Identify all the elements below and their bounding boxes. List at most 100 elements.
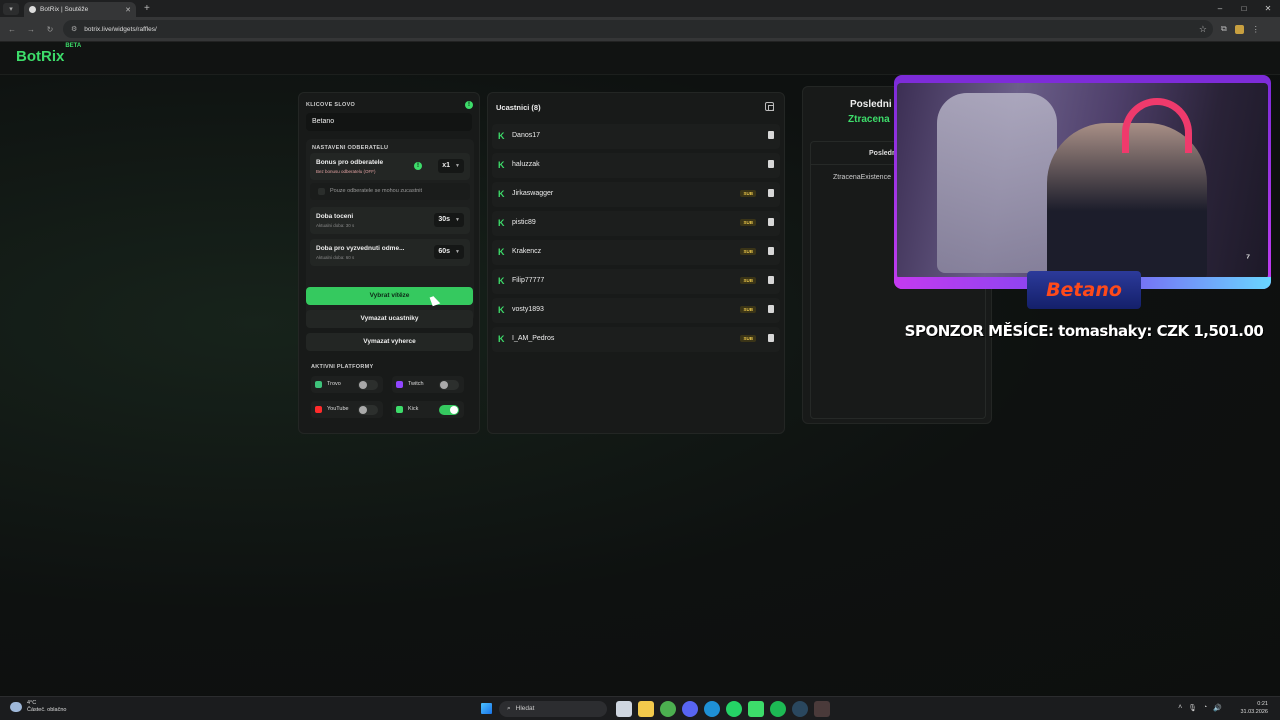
browser-tabbar: ▾ BotRix | Soutěže ✕ + – □ ✕ — [0, 0, 1280, 17]
winners-list-header: Posledn — [869, 150, 897, 157]
chevron-down-icon: ▼ — [455, 163, 460, 169]
weather-widget[interactable]: 4°C Částeč. oblačno — [10, 700, 66, 714]
twitch-toggle[interactable] — [439, 380, 459, 390]
winner-entry: ZtracenaExistence — [833, 174, 891, 181]
browser-tab[interactable]: BotRix | Soutěže ✕ — [24, 2, 136, 17]
kick-icon: K — [498, 247, 505, 257]
participant-name: Filip77777 — [512, 277, 545, 284]
chrome-icon[interactable] — [660, 701, 676, 717]
obs-icon[interactable] — [814, 701, 830, 717]
volume-icon[interactable]: 🔊 — [1213, 704, 1222, 712]
only-subs-checkbox[interactable] — [318, 188, 325, 195]
steam-icon[interactable] — [792, 701, 808, 717]
chevron-down-icon: ▼ — [455, 217, 460, 223]
taskbar-search[interactable]: ⌕ Hledat — [499, 701, 607, 717]
file-explorer-icon[interactable] — [638, 701, 654, 717]
participant-name: vosty1893 — [512, 306, 544, 313]
pick-winner-button[interactable]: Vybrat vítěze — [306, 287, 473, 305]
info-icon[interactable]: ! — [465, 101, 473, 109]
app-icon[interactable] — [748, 701, 764, 717]
bonus-subtitle: Bez bonusu odberatelu (OFF) — [316, 169, 376, 174]
youtube-toggle[interactable] — [358, 405, 378, 415]
spin-select[interactable]: 30s ▼ — [434, 213, 464, 227]
menu-icon[interactable]: ⋮ — [1252, 25, 1260, 34]
favicon-icon — [29, 6, 36, 13]
youtube-icon — [315, 406, 322, 413]
participant-row: K Krakencz SUB — [492, 240, 780, 265]
participant-row: Kvosty1893 SUB — [492, 298, 780, 323]
betano-logo: Betano — [1027, 271, 1141, 309]
close-tab-icon[interactable]: ✕ — [125, 6, 131, 14]
trash-icon[interactable] — [768, 189, 774, 197]
spin-value: 30s — [438, 216, 451, 223]
claim-title: Doba pro vyzvednuti odme... — [316, 245, 405, 252]
kick-icon — [396, 406, 403, 413]
platform-name: Twitch — [408, 381, 424, 387]
headset-image — [1122, 98, 1192, 153]
reload-icon[interactable]: ↻ — [43, 25, 57, 34]
clear-winners-button[interactable]: Vymazat vyherce — [306, 333, 473, 351]
kick-icon: K — [498, 189, 505, 199]
kick-icon: K — [498, 334, 505, 344]
site-info-icon[interactable]: ⚙ — [71, 25, 77, 33]
mic-icon[interactable]: 🎙 — [1188, 704, 1197, 712]
clock[interactable]: 0:21 31.03.2026 — [1240, 700, 1268, 716]
trash-icon[interactable] — [768, 334, 774, 342]
subs-section-label: NASTAVENI ODBERATELU — [312, 145, 389, 151]
new-tab-button[interactable]: + — [144, 3, 150, 14]
winners-title: Posledni — [850, 99, 892, 110]
sub-badge: SUB — [740, 306, 756, 313]
discord-icon[interactable] — [682, 701, 698, 717]
sub-badge: SUB — [740, 190, 756, 197]
only-subs-checkbox-row[interactable]: Pouze odberatele se mohou zucastnit — [310, 183, 470, 200]
edge-icon[interactable] — [704, 701, 720, 717]
url-field[interactable]: ⚙ botrix.live/widgets/raffles/ ☆ — [63, 20, 1213, 38]
weather-icon — [10, 702, 22, 712]
trash-icon[interactable] — [768, 305, 774, 313]
participants-title: Ucastnici (8) — [496, 103, 541, 112]
spotify-icon[interactable] — [770, 701, 786, 717]
claim-value: 60s — [438, 248, 451, 255]
copy-icon[interactable] — [765, 102, 774, 111]
sub-badge: SUB — [740, 277, 756, 284]
task-view-icon[interactable] — [616, 701, 632, 717]
botrix-logo[interactable]: BotRixBETA — [16, 43, 81, 65]
keyword-input[interactable]: Betano — [306, 113, 472, 131]
extensions-icon[interactable]: ⧉ — [1221, 24, 1227, 34]
bonus-select[interactable]: x1 ▼ — [438, 159, 464, 173]
forward-icon[interactable]: → — [24, 25, 38, 34]
spin-title: Doba toceni — [316, 213, 354, 220]
trash-icon[interactable] — [768, 247, 774, 255]
bonus-info-icon[interactable]: ! — [414, 162, 422, 170]
claim-select[interactable]: 60s ▼ — [434, 245, 464, 259]
whatsapp-icon[interactable] — [726, 701, 742, 717]
participant-row: Kpistic89 SUB — [492, 211, 780, 236]
trash-icon[interactable] — [768, 276, 774, 284]
trash-icon[interactable] — [768, 160, 774, 168]
trovo-toggle[interactable] — [358, 380, 378, 390]
keyword-label: KLICOVE SLOVO — [306, 102, 356, 108]
close-window-button[interactable]: ✕ — [1256, 0, 1280, 17]
kick-icon: K — [498, 160, 505, 170]
wifi-icon[interactable]: ◔ — [1203, 704, 1207, 712]
participant-row: K Filip77777 SUB — [492, 269, 780, 294]
tray-chevron-icon[interactable]: ˄ — [1178, 704, 1182, 712]
kick-toggle[interactable] — [439, 405, 459, 415]
clear-participants-button[interactable]: Vymazat ucastniky — [306, 310, 473, 328]
participant-name: Krakencz — [512, 248, 542, 255]
start-icon[interactable] — [481, 703, 492, 714]
profile-avatar[interactable] — [1234, 24, 1244, 34]
back-icon[interactable]: ← — [5, 25, 19, 34]
claim-subtitle: Aktualni doba: 60 s — [316, 255, 355, 260]
spin-duration-row: Doba toceni Aktualni doba: 30 s 30s ▼ — [310, 207, 470, 234]
trash-icon[interactable] — [768, 218, 774, 226]
twitch-icon — [396, 381, 403, 388]
bookmark-star-icon[interactable]: ☆ — [1199, 24, 1207, 35]
tab-list-button[interactable]: ▾ — [3, 2, 19, 15]
kick-icon: K — [498, 305, 505, 315]
trash-icon[interactable] — [768, 131, 774, 139]
participant-row: K Jirkaswagger SUB — [492, 182, 780, 207]
participant-row: Khaluzzak — [492, 153, 780, 178]
maximize-button[interactable]: □ — [1232, 0, 1256, 17]
minimize-button[interactable]: – — [1208, 0, 1232, 17]
